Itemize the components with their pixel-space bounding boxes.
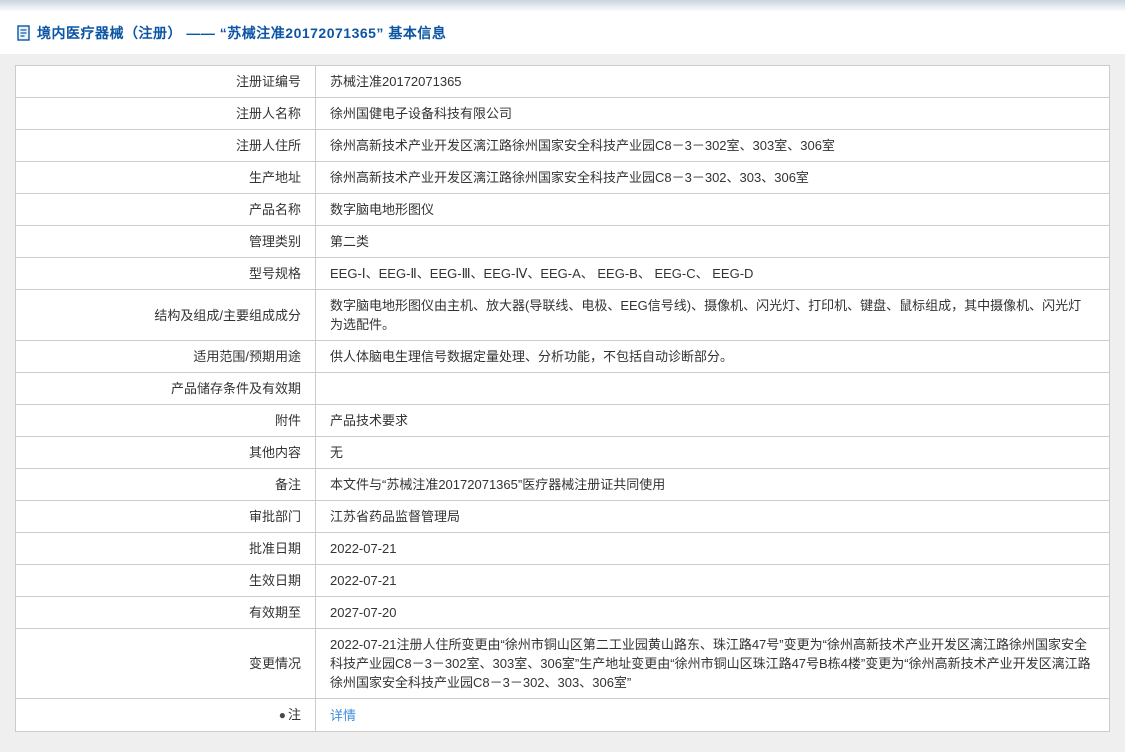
- row-value: 无: [316, 437, 1110, 469]
- row-value: 产品技术要求: [316, 405, 1110, 437]
- table-row: 审批部门江苏省药品监督管理局: [16, 501, 1110, 533]
- row-value: 徐州高新技术产业开发区漓江路徐州国家安全科技产业园C8－3－302、303、30…: [316, 162, 1110, 194]
- row-value: 供人体脑电生理信号数据定量处理、分析功能，不包括自动诊断部分。: [316, 341, 1110, 373]
- table-row: 适用范围/预期用途供人体脑电生理信号数据定量处理、分析功能，不包括自动诊断部分。: [16, 341, 1110, 373]
- row-label: 生效日期: [16, 565, 316, 597]
- row-value: 2022-07-21: [316, 533, 1110, 565]
- row-label: 批准日期: [16, 533, 316, 565]
- row-label: 管理类别: [16, 226, 316, 258]
- row-label: 注册人住所: [16, 130, 316, 162]
- row-label: 备注: [16, 469, 316, 501]
- page-title: 境内医疗器械（注册） —— “苏械注准20172071365” 基本信息: [37, 23, 446, 43]
- row-label: 适用范围/预期用途: [16, 341, 316, 373]
- row-label: 附件: [16, 405, 316, 437]
- table-row: 批准日期2022-07-21: [16, 533, 1110, 565]
- table-row: ●注详情: [16, 699, 1110, 732]
- row-value: 江苏省药品监督管理局: [316, 501, 1110, 533]
- row-value: 2022-07-21注册人住所变更由“徐州市铜山区第二工业园黄山路东、珠江路47…: [316, 629, 1110, 699]
- table-row: 注册证编号苏械注准20172071365: [16, 66, 1110, 98]
- document-icon: [17, 25, 31, 41]
- row-label: 变更情况: [16, 629, 316, 699]
- registration-info-table: 注册证编号苏械注准20172071365注册人名称徐州国健电子设备科技有限公司注…: [15, 65, 1110, 732]
- row-label: 审批部门: [16, 501, 316, 533]
- row-label: 结构及组成/主要组成成分: [16, 290, 316, 341]
- row-value: 第二类: [316, 226, 1110, 258]
- row-label: 注册人名称: [16, 98, 316, 130]
- table-row: 产品名称数字脑电地形图仪: [16, 194, 1110, 226]
- row-value: EEG-Ⅰ、EEG-Ⅱ、EEG-Ⅲ、EEG-Ⅳ、EEG-A、 EEG-B、 EE…: [316, 258, 1110, 290]
- row-label: 注册证编号: [16, 66, 316, 98]
- content-area: 注册证编号苏械注准20172071365注册人名称徐州国健电子设备科技有限公司注…: [0, 54, 1125, 732]
- table-row: 生产地址徐州高新技术产业开发区漓江路徐州国家安全科技产业园C8－3－302、30…: [16, 162, 1110, 194]
- row-label: 其他内容: [16, 437, 316, 469]
- row-label: 产品储存条件及有效期: [16, 373, 316, 405]
- row-value: [316, 373, 1110, 405]
- table-row: 变更情况2022-07-21注册人住所变更由“徐州市铜山区第二工业园黄山路东、珠…: [16, 629, 1110, 699]
- row-value: 详情: [316, 699, 1110, 732]
- table-row: 结构及组成/主要组成成分数字脑电地形图仪由主机、放大器(导联线、电极、EEG信号…: [16, 290, 1110, 341]
- row-label: 有效期至: [16, 597, 316, 629]
- table-row: 产品储存条件及有效期: [16, 373, 1110, 405]
- table-row: 注册人住所徐州高新技术产业开发区漓江路徐州国家安全科技产业园C8－3－302室、…: [16, 130, 1110, 162]
- row-label: 型号规格: [16, 258, 316, 290]
- row-label: ●注: [16, 699, 316, 732]
- info-table-body: 注册证编号苏械注准20172071365注册人名称徐州国健电子设备科技有限公司注…: [16, 66, 1110, 732]
- table-row: 注册人名称徐州国健电子设备科技有限公司: [16, 98, 1110, 130]
- table-row: 管理类别第二类: [16, 226, 1110, 258]
- table-row: 备注本文件与“苏械注准20172071365”医疗器械注册证共同使用: [16, 469, 1110, 501]
- row-value: 数字脑电地形图仪由主机、放大器(导联线、电极、EEG信号线)、摄像机、闪光灯、打…: [316, 290, 1110, 341]
- row-value: 苏械注准20172071365: [316, 66, 1110, 98]
- row-value: 徐州国健电子设备科技有限公司: [316, 98, 1110, 130]
- row-value: 数字脑电地形图仪: [316, 194, 1110, 226]
- row-value: 本文件与“苏械注准20172071365”医疗器械注册证共同使用: [316, 469, 1110, 501]
- row-value: 2027-07-20: [316, 597, 1110, 629]
- table-row: 型号规格EEG-Ⅰ、EEG-Ⅱ、EEG-Ⅲ、EEG-Ⅳ、EEG-A、 EEG-B…: [16, 258, 1110, 290]
- row-value: 2022-07-21: [316, 565, 1110, 597]
- top-gradient-strip: [0, 0, 1125, 12]
- row-value: 徐州高新技术产业开发区漓江路徐州国家安全科技产业园C8－3－302室、303室、…: [316, 130, 1110, 162]
- note-dot-icon: ●: [279, 708, 286, 722]
- row-label: 生产地址: [16, 162, 316, 194]
- row-label: 产品名称: [16, 194, 316, 226]
- table-row: 附件产品技术要求: [16, 405, 1110, 437]
- title-bar: 境内医疗器械（注册） —— “苏械注准20172071365” 基本信息: [0, 12, 1125, 54]
- table-row: 有效期至2027-07-20: [16, 597, 1110, 629]
- table-row: 其他内容无: [16, 437, 1110, 469]
- detail-link[interactable]: 详情: [330, 708, 356, 723]
- table-row: 生效日期2022-07-21: [16, 565, 1110, 597]
